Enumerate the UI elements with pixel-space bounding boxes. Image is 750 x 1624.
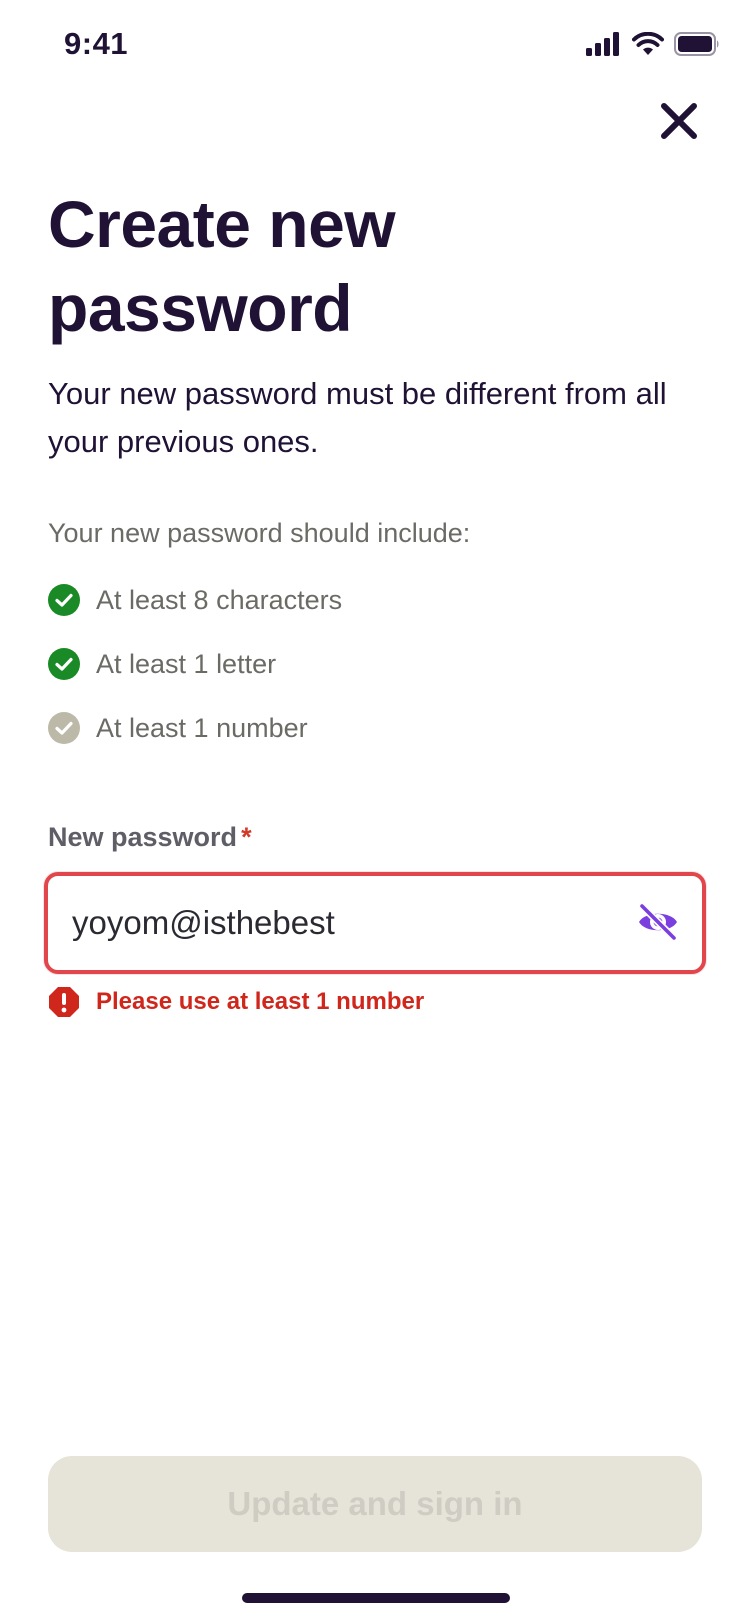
- error-message: Please use at least 1 number: [48, 986, 424, 1018]
- requirement-item: At least 8 characters: [48, 582, 342, 618]
- cellular-signal-icon: [586, 32, 619, 56]
- toggle-visibility-button[interactable]: [636, 902, 680, 942]
- update-and-sign-in-button[interactable]: Update and sign in: [48, 1456, 702, 1552]
- battery-icon: [674, 32, 719, 56]
- status-icons: [586, 32, 720, 56]
- error-octagon-icon: [49, 987, 79, 1017]
- status-time: 9:41: [64, 26, 129, 61]
- field-label-text: New password: [48, 822, 238, 852]
- page-title: Create new password: [48, 187, 396, 345]
- eye-off-icon: [638, 902, 678, 942]
- close-icon: [661, 103, 697, 139]
- requirements-list: At least 8 characters At least 1 letter …: [48, 582, 342, 774]
- close-button[interactable]: [654, 96, 704, 146]
- required-marker: *: [241, 822, 252, 852]
- requirement-item: At least 1 number: [48, 710, 342, 746]
- requirement-item: At least 1 letter: [48, 646, 342, 682]
- requirements-heading: Your new password should include:: [48, 518, 471, 548]
- home-indicator: [242, 1593, 510, 1603]
- error-text: Please use at least 1 number: [96, 988, 425, 1015]
- wifi-icon: [632, 32, 664, 55]
- check-circle-icon: [48, 648, 80, 680]
- status-bar: 9:41: [0, 0, 750, 92]
- requirement-label: At least 1 letter: [96, 648, 277, 679]
- new-password-field: [44, 872, 706, 974]
- page-subtitle: Your new password must be different from…: [48, 376, 667, 459]
- requirement-label: At least 1 number: [96, 712, 308, 743]
- new-password-input[interactable]: [72, 876, 612, 970]
- check-circle-icon: [48, 584, 80, 616]
- new-password-label: New password *: [48, 822, 252, 853]
- requirement-label: At least 8 characters: [96, 584, 343, 615]
- check-circle-unmet-icon: [48, 712, 80, 744]
